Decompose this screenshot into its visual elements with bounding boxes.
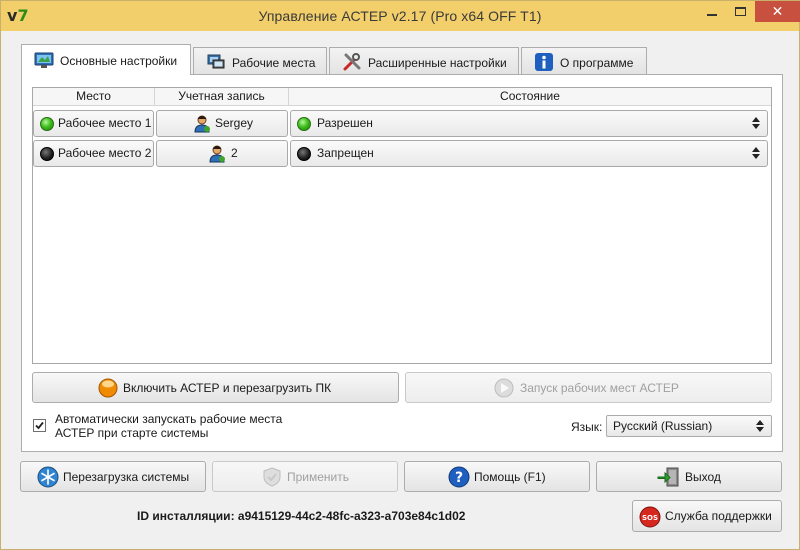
installation-id: ID инсталляции: a9415129-44c2-48fc-a323-… xyxy=(137,509,466,523)
svg-text:?: ? xyxy=(455,470,463,486)
workstation-name: Рабочее место 1 xyxy=(58,116,152,130)
button-label: Запуск рабочих мест АСТЕР xyxy=(520,381,679,395)
column-header-state: Состояние xyxy=(500,89,560,103)
apply-button[interactable]: Применить xyxy=(212,461,398,492)
help-button[interactable]: ? Помощь (F1) xyxy=(404,461,590,492)
button-label: Служба поддержки xyxy=(665,509,772,523)
button-label: Перезагрузка системы xyxy=(63,470,190,484)
restart-system-button[interactable]: Перезагрузка системы xyxy=(20,461,206,492)
autostart-checkbox[interactable] xyxy=(33,419,46,432)
state-select-1[interactable]: Разрешен xyxy=(290,110,768,137)
orange-orb-icon xyxy=(98,378,118,398)
title-bar[interactable]: v7 Управление АСТЕР v2.17 (Pro x64 OFF T… xyxy=(1,1,800,31)
play-icon xyxy=(494,378,514,398)
language-value: Русский (Russian) xyxy=(613,419,713,433)
column-header-account: Учетная запись xyxy=(155,88,289,106)
tab-label: Основные настройки xyxy=(60,54,178,68)
button-label: Включить АСТЕР и перезагрузить ПК xyxy=(123,381,332,395)
account-2-button[interactable]: 2 xyxy=(156,140,288,167)
table-row: Рабочее место 1 Sergey Разрешен xyxy=(33,109,771,137)
svg-text:SOS: SOS xyxy=(642,514,658,522)
tab-label: Расширенные настройки xyxy=(368,56,507,70)
workstation-2-button[interactable]: Рабочее место 2 xyxy=(33,140,154,167)
select-arrows-icon xyxy=(752,117,760,129)
info-icon xyxy=(535,53,553,71)
close-icon: ✕ xyxy=(771,3,784,19)
window-title: Управление АСТЕР v2.17 (Pro x64 OFF T1) xyxy=(258,8,542,24)
tab-about[interactable]: О программе xyxy=(521,47,647,74)
tab-label: О программе xyxy=(560,56,634,70)
snowflake-icon xyxy=(37,466,59,488)
shield-icon xyxy=(263,467,281,487)
checkmark-icon xyxy=(35,421,44,430)
tab-panel-main-settings: Место Учетная запись Состояние Рабочее м… xyxy=(21,74,783,452)
grid-header: Место Учетная запись Состояние xyxy=(33,88,771,106)
table-row: Рабочее место 2 2 Запрещен xyxy=(33,139,771,167)
language-select[interactable]: Русский (Russian) xyxy=(606,415,772,437)
launch-workstations-button[interactable]: Запуск рабочих мест АСТЕР xyxy=(405,372,772,403)
workstations-icon xyxy=(207,54,225,69)
account-1-button[interactable]: Sergey xyxy=(156,110,288,137)
status-black-icon xyxy=(297,147,311,161)
enable-and-restart-button[interactable]: Включить АСТЕР и перезагрузить ПК xyxy=(32,372,399,403)
button-label: Помощь (F1) xyxy=(474,470,546,484)
state-value: Запрещен xyxy=(317,146,374,160)
minimize-button[interactable] xyxy=(698,1,725,22)
exit-door-icon xyxy=(657,467,679,487)
sos-icon: SOS xyxy=(639,506,661,528)
tab-advanced-settings[interactable]: Расширенные настройки xyxy=(329,47,519,74)
column-header-place: Место xyxy=(33,88,155,106)
exit-button[interactable]: Выход xyxy=(596,461,782,492)
status-green-icon xyxy=(297,117,311,131)
user-account-icon xyxy=(209,145,225,163)
maximize-icon xyxy=(735,7,746,16)
help-icon: ? xyxy=(448,466,470,488)
status-black-icon xyxy=(40,147,54,161)
maximize-button[interactable] xyxy=(727,1,754,22)
state-select-2[interactable]: Запрещен xyxy=(290,140,768,167)
select-arrows-icon xyxy=(756,420,764,432)
main-window: v7 Управление АСТЕР v2.17 (Pro x64 OFF T… xyxy=(0,0,800,550)
account-name: Sergey xyxy=(215,116,254,130)
settings-monitor-icon xyxy=(34,52,54,68)
workstations-grid: Место Учетная запись Состояние Рабочее м… xyxy=(32,87,772,364)
status-green-icon xyxy=(40,117,54,131)
user-account-icon xyxy=(194,115,210,133)
account-name: 2 xyxy=(231,146,238,160)
tools-icon xyxy=(343,53,361,71)
button-label: Применить xyxy=(287,470,350,484)
support-button[interactable]: SOS Служба поддержки xyxy=(632,500,782,532)
select-arrows-icon xyxy=(752,147,760,159)
workstation-1-button[interactable]: Рабочее место 1 xyxy=(33,110,154,137)
state-value: Разрешен xyxy=(317,116,373,130)
workstation-name: Рабочее место 2 xyxy=(58,146,152,160)
tab-workstations[interactable]: Рабочие места xyxy=(193,47,327,74)
button-label: Выход xyxy=(685,470,721,484)
autostart-label: Автоматически запускать рабочие места АС… xyxy=(55,412,283,440)
tab-main-settings[interactable]: Основные настройки xyxy=(21,44,191,75)
tab-label: Рабочие места xyxy=(232,56,316,70)
minimize-icon xyxy=(707,14,717,16)
close-button[interactable]: ✕ xyxy=(755,1,800,22)
language-label: Язык: xyxy=(571,420,603,434)
